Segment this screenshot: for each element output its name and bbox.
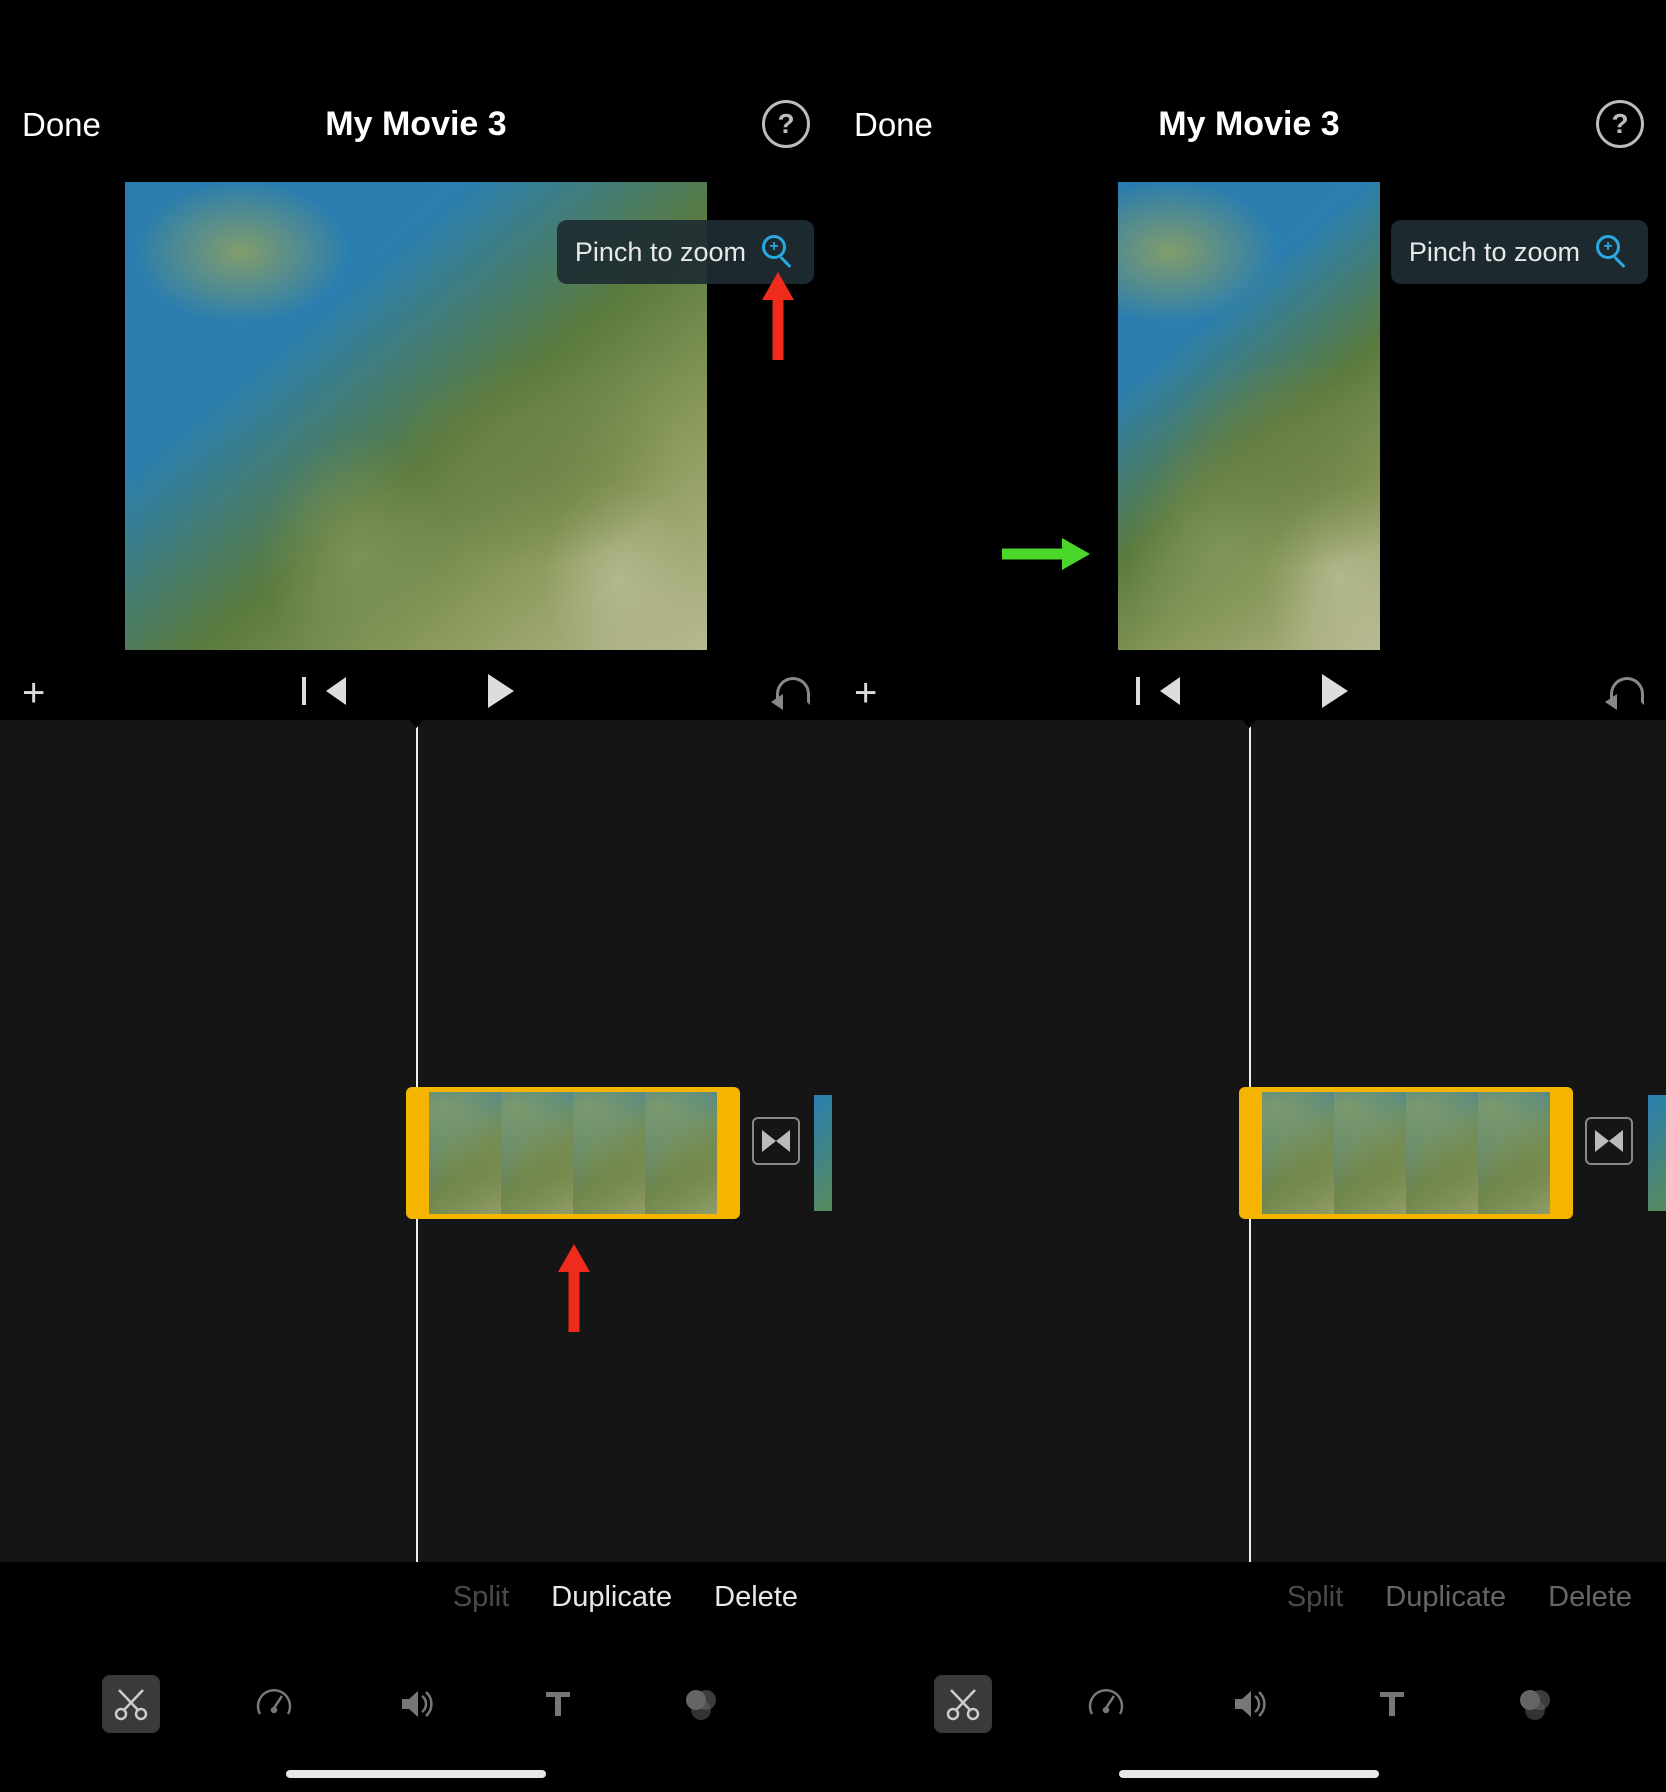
clip-trim-handle-right[interactable] [1550,1092,1568,1214]
screenshot-right: Done My Movie 3 ? Pinch to zoom + + [832,0,1666,1792]
text-icon [1372,1684,1412,1724]
play-icon [488,674,514,708]
bottom-toolbar [0,1662,832,1746]
clip-actions: Split Duplicate Delete [832,1564,1666,1630]
tool-speed[interactable] [1077,1675,1135,1733]
undo-button[interactable] [1610,677,1644,710]
clip-trim-handle-left[interactable] [411,1092,429,1214]
undo-button[interactable] [776,677,810,710]
tool-titles[interactable] [1363,1675,1421,1733]
delete-button[interactable]: Delete [1548,1581,1632,1614]
volume-icon [396,1684,436,1724]
text-icon [538,1684,578,1724]
filters-icon [681,1684,721,1724]
scissors-icon [943,1684,983,1724]
clip-thumbnails [1262,1092,1550,1214]
zoom-in-icon: + [1594,234,1630,270]
preview-frame [1118,182,1380,650]
tool-speed[interactable] [245,1675,303,1733]
playhead-marker-icon [402,712,430,728]
skip-back-icon [326,677,346,705]
pinch-to-zoom-label: Pinch to zoom [1409,237,1580,268]
screenshot-left: Done My Movie 3 ? Pinch to zoom + + [0,0,832,1792]
annotation-arrow [558,1244,590,1336]
volume-icon [1229,1684,1269,1724]
project-title: My Movie 3 [832,105,1666,144]
home-indicator[interactable] [286,1770,546,1778]
tool-titles[interactable] [529,1675,587,1733]
delete-button[interactable]: Delete [714,1581,798,1614]
playhead-marker-icon [1235,712,1263,728]
annotation-arrow [762,272,794,364]
tool-volume[interactable] [387,1675,445,1733]
add-media-button[interactable]: + [22,671,45,716]
scissors-icon [111,1684,151,1724]
top-bar: Done My Movie 3 ? [832,0,1666,166]
annotation-arrow [1002,538,1094,570]
split-button[interactable]: Split [453,1581,509,1614]
tool-filters[interactable] [672,1675,730,1733]
play-button[interactable] [488,674,514,713]
bottom-toolbar [832,1662,1666,1746]
timeline[interactable] [832,720,1666,1562]
clip-actions: Split Duplicate Delete [0,1564,832,1630]
add-media-button[interactable]: + [854,671,877,716]
tool-scissors[interactable] [934,1675,992,1733]
clip-trim-handle-left[interactable] [1244,1092,1262,1214]
help-button[interactable]: ? [1596,100,1644,148]
split-button[interactable]: Split [1287,1581,1343,1614]
clip-trim-handle-right[interactable] [717,1092,735,1214]
selected-clip[interactable] [1239,1087,1573,1219]
filters-icon [1515,1684,1555,1724]
pinch-to-zoom-label: Pinch to zoom [575,237,746,268]
undo-icon [776,677,810,705]
undo-icon [1610,677,1644,705]
clip-thumbnails [429,1092,717,1214]
speedometer-icon [254,1684,294,1724]
project-title: My Movie 3 [0,105,832,144]
selected-clip[interactable] [406,1087,740,1219]
tool-volume[interactable] [1220,1675,1278,1733]
transition-button[interactable] [1585,1117,1633,1165]
play-button[interactable] [1322,674,1348,713]
speedometer-icon [1086,1684,1126,1724]
pinch-to-zoom-pill[interactable]: Pinch to zoom + [1391,220,1648,284]
home-indicator[interactable] [1119,1770,1379,1778]
skip-back-button[interactable] [326,677,346,710]
next-clip-peek[interactable] [814,1095,832,1211]
skip-back-icon [1160,677,1180,705]
skip-back-button[interactable] [1160,677,1180,710]
transition-icon [1595,1130,1623,1152]
transition-button[interactable] [752,1117,800,1165]
duplicate-button[interactable]: Duplicate [1385,1581,1506,1614]
zoom-in-icon: + [760,234,796,270]
help-button[interactable]: ? [762,100,810,148]
transition-icon [762,1130,790,1152]
play-icon [1322,674,1348,708]
next-clip-peek[interactable] [1648,1095,1666,1211]
timeline[interactable] [0,720,832,1562]
tool-scissors[interactable] [102,1675,160,1733]
top-bar: Done My Movie 3 ? [0,0,832,166]
tool-filters[interactable] [1506,1675,1564,1733]
duplicate-button[interactable]: Duplicate [551,1581,672,1614]
